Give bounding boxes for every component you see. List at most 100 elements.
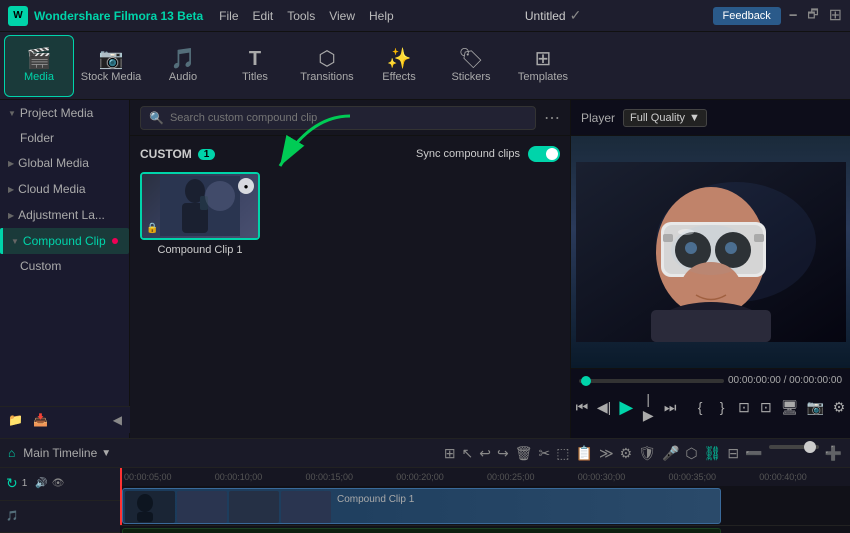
sidebar-item-global-media[interactable]: ▶ Global Media: [0, 150, 129, 176]
eye-icon[interactable]: 👁: [52, 478, 65, 489]
delete-icon[interactable]: 🗑: [515, 445, 533, 462]
minimize-icon[interactable]: 🗕: [789, 5, 798, 26]
music-icon: 🎵: [6, 511, 18, 522]
ruler-mark-3: 00:00:20;00: [396, 472, 487, 482]
screen-button[interactable]: 🖥: [781, 396, 799, 418]
link-icon[interactable]: ⛓: [704, 445, 722, 462]
tool-stock-media[interactable]: 📷 Stock Media: [76, 35, 146, 97]
clip-grid: ● 🔒 Compound Clip 1: [140, 172, 560, 256]
track-labels: ↻ 1 🔊 👁 🎵: [0, 468, 120, 533]
timeline-dropdown-icon[interactable]: ▼: [101, 448, 111, 459]
mic-icon[interactable]: 🎤: [662, 445, 679, 462]
tool-media[interactable]: 🎬 Media: [4, 35, 74, 97]
sync-group: Sync compound clips: [416, 146, 560, 162]
skip-back-button[interactable]: ⏮: [575, 396, 589, 418]
sync-toggle[interactable]: [528, 146, 560, 162]
mark-out-button[interactable]: ⊡: [759, 396, 773, 418]
step-back-button[interactable]: ◀|: [597, 396, 611, 418]
menu-file[interactable]: File: [219, 9, 238, 23]
import-icon[interactable]: 📥: [33, 413, 48, 427]
feedback-button[interactable]: Feedback: [713, 7, 781, 25]
main-area: ▼ Project Media Folder ▶ Global Media ▶ …: [0, 100, 850, 438]
paste-icon[interactable]: 📋: [576, 445, 593, 462]
preview-image: [576, 162, 846, 342]
search-input[interactable]: [170, 112, 527, 124]
zoom-in-icon[interactable]: ➕: [825, 445, 842, 462]
preview-panel: Player Full Quality ▼: [570, 100, 850, 438]
sidebar-item-folder[interactable]: Folder: [0, 126, 129, 150]
media-icon: 🎬: [27, 49, 52, 69]
zoom-out-icon[interactable]: ➖: [745, 445, 762, 462]
list-item[interactable]: ● 🔒 Compound Clip 1: [140, 172, 260, 256]
stickers-icon: 🏷: [458, 49, 483, 69]
menu-edit[interactable]: Edit: [253, 9, 274, 23]
window-title: Untitled ✓: [402, 7, 705, 24]
progress-bar[interactable]: [579, 379, 724, 383]
pointer-icon[interactable]: ↖: [462, 445, 474, 462]
sidebar-item-custom[interactable]: Custom: [0, 254, 129, 278]
skip-forward-button[interactable]: ⏭: [663, 396, 677, 418]
add-folder-icon[interactable]: 📁: [8, 413, 23, 427]
sidebar-item-cloud-media[interactable]: ▶ Cloud Media: [0, 176, 129, 202]
menu-tools[interactable]: Tools: [287, 9, 315, 23]
app-logo: W Wondershare Filmora 13 Beta: [8, 6, 203, 26]
snapshot-button[interactable]: 📷: [807, 396, 824, 418]
maximize-icon[interactable]: 🗗: [807, 5, 818, 26]
clip-thumb-strip-3: [229, 491, 279, 523]
preview-timeline: 00:00:00:00 / 00:00:00:00: [571, 369, 850, 392]
content-area: 🔍 ⋯ CUSTOM 1 Sync compound clips: [130, 100, 570, 438]
more-tl-icon[interactable]: ≫: [599, 445, 614, 462]
sidebar-item-compound-clip[interactable]: ▼ Compound Clip: [0, 228, 129, 254]
play-button[interactable]: ▶: [619, 396, 633, 418]
tool-templates[interactable]: ⊞ Templates: [508, 35, 578, 97]
clip-block-video[interactable]: Compound Clip 1: [122, 488, 721, 524]
preview-controls: 00:00:00:00 / 00:00:00:00 ⏮ ◀| ▶ |▶ ⏭ { …: [571, 368, 850, 438]
menu-view[interactable]: View: [329, 9, 355, 23]
split-button[interactable]: }: [715, 396, 729, 418]
titles-icon: T: [249, 49, 261, 69]
quality-selector[interactable]: Full Quality ▼: [623, 109, 707, 127]
search-box[interactable]: 🔍: [140, 106, 536, 130]
track-label-1: ↻ 1 🔊 👁: [0, 468, 120, 501]
redo-icon[interactable]: ↪: [497, 445, 509, 462]
sidebar-item-project-media[interactable]: ▼ Project Media: [0, 100, 129, 126]
undo-icon[interactable]: ↩: [479, 445, 491, 462]
ruler-mark-2: 00:00:15;00: [306, 472, 397, 482]
home-icon[interactable]: ⌂: [8, 446, 15, 460]
templates-icon: ⊞: [535, 49, 552, 69]
collapse-icon[interactable]: ◀: [113, 413, 122, 427]
tool-audio[interactable]: 🎵 Audio: [148, 35, 218, 97]
waveform-svg: [123, 529, 720, 533]
cut-icon[interactable]: ✂: [539, 445, 551, 462]
clip-block-label: Compound Clip 1: [333, 492, 418, 507]
menu-help[interactable]: Help: [369, 9, 394, 23]
clip-thumbnails: Compound Clip 1: [123, 489, 420, 523]
timeline-body: ↻ 1 🔊 👁 🎵 00:00:05;00 00:00:10;00 00:00:…: [0, 468, 850, 533]
effects2-icon[interactable]: ⬡: [685, 445, 697, 462]
marker-icon[interactable]: ⊟: [727, 445, 739, 462]
grid-icon[interactable]: ⊞: [829, 5, 842, 26]
grid-view-icon[interactable]: ⊞: [444, 445, 456, 462]
tool-transitions[interactable]: ⬡ Transitions: [292, 35, 362, 97]
copy-icon[interactable]: ⬚: [556, 445, 569, 462]
tool-stickers[interactable]: 🏷 Stickers: [436, 35, 506, 97]
sidebar-item-adjustment[interactable]: ▶ Adjustment La...: [0, 202, 129, 228]
settings-tl-icon[interactable]: ⚙: [620, 445, 633, 462]
timeline-tools: ⊞ ↖ ↩ ↪ 🗑 ✂ ⬚ 📋 ≫ ⚙ 🛡 🎤 ⬡ ⛓ ⊟ ➖ ➕: [444, 445, 842, 462]
shield-icon[interactable]: 🛡: [638, 445, 656, 462]
zoom-slider[interactable]: [769, 445, 819, 449]
tool-titles[interactable]: T Titles: [220, 35, 290, 97]
mark-in-button[interactable]: ⊡: [737, 396, 751, 418]
ruler-mark-6: 00:00:35;00: [669, 472, 760, 482]
clip-block-audio: [122, 528, 721, 533]
clip-block-label-area: Compound Clip 1: [333, 491, 418, 521]
speaker-icon[interactable]: 🔊: [35, 478, 47, 489]
loop-icon: ↻: [6, 475, 18, 492]
crop-button[interactable]: {: [693, 396, 707, 418]
tool-effects[interactable]: ✨ Effects: [364, 35, 434, 97]
lock-icon: 🔒: [146, 223, 158, 234]
settings-button[interactable]: ⚙: [832, 396, 846, 418]
step-forward-button[interactable]: |▶: [641, 396, 655, 418]
more-options-icon[interactable]: ⋯: [544, 108, 560, 128]
clip-thumb-strip-2: [177, 491, 227, 523]
